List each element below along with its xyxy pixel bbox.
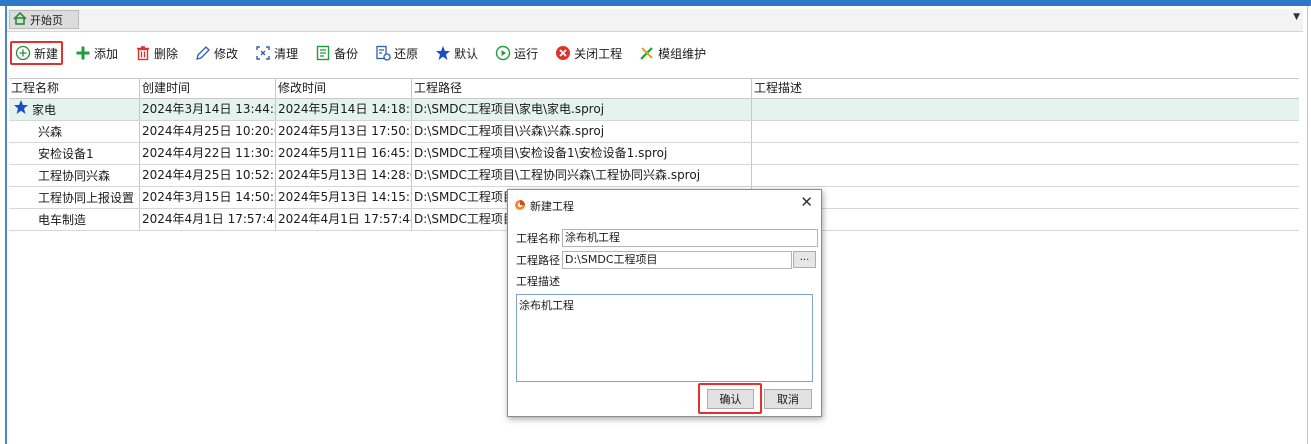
modified-time: 2024年5月13日 14:28:01 — [276, 165, 412, 186]
run-button[interactable]: 运行 — [491, 41, 542, 65]
project-path: D:\SMDC工程项目\工程协同兴森\工程协同兴森.sproj — [412, 165, 752, 186]
table-row[interactable]: 家电 2024年3月14日 13:44:24 2024年5月14日 14:18:… — [9, 99, 1299, 121]
cleanup-icon — [255, 45, 271, 61]
default-button-label: 默认 — [454, 46, 479, 61]
column-header-description[interactable]: 工程描述 — [752, 79, 1299, 98]
project-path: D:\SMDC工程项目\兴森\兴森.sproj — [412, 121, 752, 142]
tab-start-page[interactable]: 开始页 — [9, 10, 79, 29]
backup-button-label: 备份 — [334, 46, 359, 61]
app-logo-icon — [514, 199, 526, 214]
dialog-title-bar: 新建工程 — [514, 198, 574, 214]
column-header-created[interactable]: 创建时间 — [140, 79, 276, 98]
created-time: 2024年3月15日 14:50:27 — [140, 187, 276, 208]
restore-button-label: 还原 — [394, 46, 419, 61]
delete-button[interactable]: 删除 — [131, 41, 182, 65]
project-name: 电车制造 — [38, 212, 87, 227]
project-description-label: 工程描述 — [516, 275, 560, 288]
confirm-button[interactable]: 确认 — [707, 389, 754, 409]
add-button[interactable]: 添加 — [71, 41, 122, 65]
project-name: 家电 — [32, 102, 57, 117]
delete-button-label: 删除 — [154, 46, 179, 61]
pencil-icon — [195, 45, 211, 61]
plus-icon — [75, 45, 91, 61]
tab-start-page-label: 开始页 — [30, 13, 63, 27]
backup-button[interactable]: 备份 — [311, 41, 362, 65]
home-icon — [13, 11, 27, 28]
modified-time: 2024年5月13日 14:15:26 — [276, 187, 412, 208]
project-description — [752, 187, 1299, 208]
project-path: D:\SMDC工程项目\家电\家电.sproj — [412, 99, 752, 120]
tools-icon — [639, 45, 655, 61]
created-time: 2024年3月14日 13:44:24 — [140, 99, 276, 120]
edit-button[interactable]: 修改 — [191, 41, 242, 65]
table-row[interactable]: 安检设备1 2024年4月22日 11:30:55 2024年5月11日 16:… — [9, 143, 1299, 165]
module-maintenance-button[interactable]: 模组维护 — [635, 41, 710, 65]
star-icon — [435, 45, 451, 61]
restore-icon — [375, 45, 391, 61]
restore-button[interactable]: 还原 — [371, 41, 422, 65]
clear-button-label: 清理 — [274, 46, 299, 61]
document-icon — [315, 45, 331, 61]
play-circle-icon — [495, 45, 511, 61]
created-time: 2024年4月25日 10:20:00 — [140, 121, 276, 142]
tab-dropdown-icon[interactable]: ▼ — [1293, 12, 1300, 22]
table-row[interactable]: 兴森 2024年4月25日 10:20:00 2024年5月13日 17:50:… — [9, 121, 1299, 143]
project-path-label: 工程路径 — [516, 254, 560, 267]
project-description — [752, 99, 1299, 120]
cancel-button[interactable]: 取消 — [764, 389, 812, 409]
project-name: 工程协同兴森 — [38, 168, 111, 183]
edit-button-label: 修改 — [214, 46, 239, 61]
column-header-path[interactable]: 工程路径 — [412, 79, 752, 98]
clear-button[interactable]: 清理 — [251, 41, 302, 65]
modified-time: 2024年5月13日 17:50:23 — [276, 121, 412, 142]
project-path: D:\SMDC工程项目\安检设备1\安检设备1.sproj — [412, 143, 752, 164]
project-name-input[interactable] — [562, 229, 818, 247]
table-header: 工程名称 创建时间 修改时间 工程路径 工程描述 — [9, 78, 1299, 99]
new-button[interactable]: 新建 — [10, 41, 64, 65]
close-icon[interactable]: ✕ — [800, 193, 813, 211]
project-path-input[interactable] — [562, 251, 792, 269]
module-maintenance-button-label: 模组维护 — [658, 46, 707, 61]
add-button-label: 添加 — [94, 46, 119, 61]
project-name-label: 工程名称 — [516, 232, 560, 245]
default-star-icon — [13, 99, 29, 120]
column-header-name[interactable]: 工程名称 — [9, 79, 140, 98]
project-name: 兴森 — [38, 124, 63, 139]
toolbar: 新建 添加 删除 修改 清理 备份 还原 默认 运行 关闭工程 模组维护 — [7, 39, 719, 67]
close-circle-icon — [555, 45, 571, 61]
project-name: 工程协同上报设置 — [38, 190, 135, 205]
new-project-dialog: 新建工程 ✕ 工程名称 工程路径 ... 工程描述 涂布机工程 确认 取消 — [507, 189, 822, 417]
modified-time: 2024年5月11日 16:45:39 — [276, 143, 412, 164]
created-time: 2024年4月1日 17:57:48 — [140, 209, 276, 230]
created-time: 2024年4月25日 10:52:11 — [140, 165, 276, 186]
browse-button[interactable]: ... — [793, 251, 816, 268]
table-row[interactable]: 工程协同兴森 2024年4月25日 10:52:11 2024年5月13日 14… — [9, 165, 1299, 187]
column-header-modified[interactable]: 修改时间 — [276, 79, 412, 98]
project-description — [752, 143, 1299, 164]
project-description — [752, 121, 1299, 142]
modified-time: 2024年4月1日 17:57:48 — [276, 209, 412, 230]
project-description-textarea[interactable]: 涂布机工程 — [516, 294, 813, 382]
default-button[interactable]: 默认 — [431, 41, 482, 65]
project-description — [752, 165, 1299, 186]
new-button-label: 新建 — [34, 46, 59, 61]
close-project-button-label: 关闭工程 — [574, 46, 623, 61]
modified-time: 2024年5月14日 14:18:50 — [276, 99, 412, 120]
project-description — [752, 209, 1299, 230]
run-button-label: 运行 — [514, 46, 539, 61]
tab-strip: 开始页 ▼ — [7, 9, 1303, 32]
created-time: 2024年4月22日 11:30:55 — [140, 143, 276, 164]
project-name: 安检设备1 — [38, 146, 94, 161]
plus-circle-icon — [15, 45, 31, 61]
trash-icon — [135, 45, 151, 61]
dialog-title: 新建工程 — [530, 200, 574, 213]
close-project-button[interactable]: 关闭工程 — [551, 41, 626, 65]
